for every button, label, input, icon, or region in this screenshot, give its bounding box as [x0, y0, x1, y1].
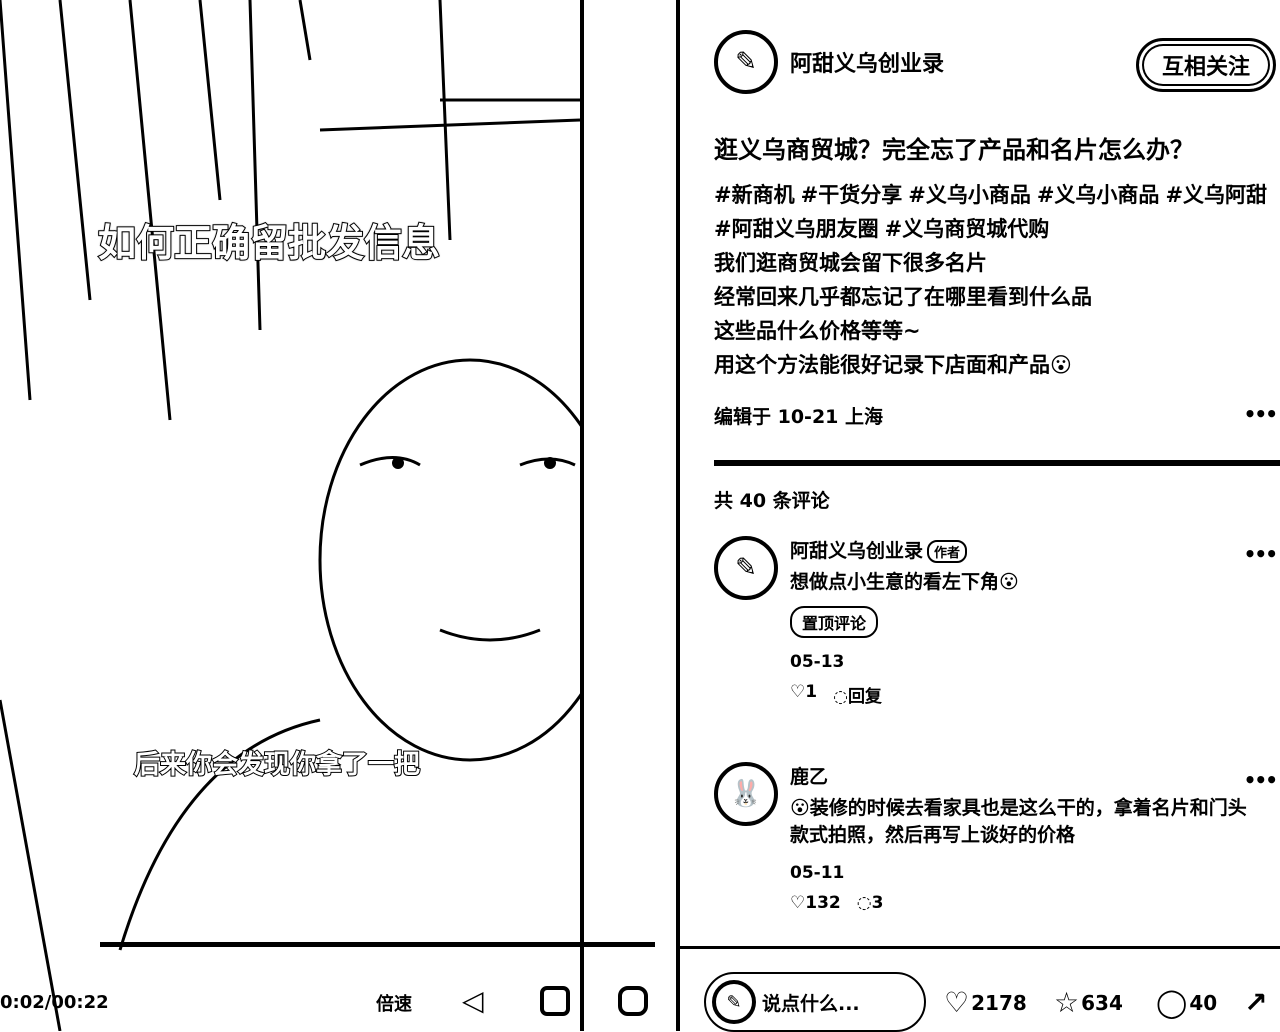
- video-player[interactable]: 如何正确留批发信息 后来你会发现你拿了一把: [0, 0, 582, 1031]
- chat-bubble-icon: ◯: [1156, 986, 1188, 1019]
- divider: [714, 460, 1280, 466]
- hashtag-link[interactable]: #干货分享: [801, 183, 903, 207]
- chat-bubble-icon: ◌: [856, 893, 872, 913]
- comment-text: 😮装修的时候去看家具也是这么干的，拿着名片和门头款式拍照，然后再写上谈好的价格: [790, 797, 1247, 846]
- video-caption: 后来你会发现你拿了一把: [133, 749, 421, 781]
- author-badge: 作者: [927, 540, 968, 563]
- more-icon[interactable]: •••: [1244, 542, 1278, 566]
- more-icon[interactable]: •••: [1244, 768, 1278, 792]
- divider: [580, 0, 584, 1031]
- comment-date: 05-11: [790, 863, 845, 883]
- commenter-name[interactable]: 阿甜义乌创业录: [790, 540, 923, 562]
- collect-button[interactable]: ☆ 634: [1054, 986, 1123, 1019]
- share-button[interactable]: ↗: [1244, 986, 1267, 1019]
- comment-button[interactable]: ◯ 40: [1156, 986, 1217, 1019]
- note-description: #新商机 #干货分享 #义乌小商品 #义乌小商品 #义乌阿甜#阿甜义乌朋友圈 #义乌商贸城…: [714, 178, 1274, 382]
- comment-reply-button[interactable]: ◌回复: [833, 682, 882, 707]
- author-name[interactable]: 阿甜义乌创业录: [790, 46, 944, 78]
- hashtag-link[interactable]: #义乌阿甜: [1165, 183, 1267, 207]
- author-info[interactable]: ✎ 阿甜义乌创业录: [714, 30, 944, 94]
- video-caption-title: 如何正确留批发信息: [97, 220, 441, 266]
- description-line: 用这个方法能很好记录下店面和产品😮: [714, 353, 1072, 377]
- like-button[interactable]: ♡ 2178: [944, 986, 1027, 1019]
- comment-input[interactable]: ✎ 说点什么...: [704, 972, 926, 1032]
- heart-icon: ♡: [790, 893, 806, 913]
- comment-like-button[interactable]: ♡1: [790, 682, 817, 707]
- hashtag-link[interactable]: #义乌小商品: [1037, 183, 1160, 207]
- commenter-name[interactable]: 鹿乙: [790, 762, 1250, 789]
- edit-info: 编辑于 10-21 上海: [714, 406, 883, 428]
- fullscreen-icon[interactable]: [618, 986, 648, 1016]
- video-time: 0:02/00:22: [0, 992, 109, 1013]
- commenter-avatar[interactable]: ✎: [714, 536, 778, 600]
- author-avatar[interactable]: ✎: [714, 30, 778, 94]
- video-progress-bar[interactable]: [100, 942, 655, 947]
- picture-in-picture-icon[interactable]: [540, 986, 570, 1016]
- follow-button[interactable]: 互相关注: [1136, 38, 1276, 92]
- comment-count: 共 40 条评论: [714, 490, 830, 512]
- description-line: 我们逛商贸城会留下很多名片: [714, 251, 987, 275]
- hashtag-link[interactable]: #义乌小商品: [908, 183, 1031, 207]
- heart-icon: ♡: [790, 682, 806, 702]
- hashtag-link[interactable]: #义乌商贸城代购: [885, 217, 1050, 241]
- note-title: 逛义乌商贸城？完全忘了产品和名片怎么办？: [714, 136, 1194, 164]
- speed-button[interactable]: 倍速: [376, 990, 412, 1016]
- share-icon: ↗: [1244, 986, 1268, 1019]
- volume-icon[interactable]: ◁: [462, 984, 484, 1017]
- description-line: 经常回来几乎都忘记了在哪里看到什么品: [714, 285, 1092, 309]
- description-line: 这些品什么价格等等~: [714, 319, 921, 343]
- chat-bubble-icon: ◌: [833, 687, 848, 707]
- heart-icon: ♡: [944, 986, 970, 1019]
- star-icon: ☆: [1054, 986, 1080, 1019]
- comment-text: 想做点小生意的看左下角😮: [790, 571, 1019, 593]
- note-panel: ✎ 阿甜义乌创业录 互相关注 逛义乌商贸城？完全忘了产品和名片怎么办？ #新商机…: [680, 0, 1280, 1031]
- user-avatar: ✎: [712, 980, 756, 1024]
- comment-input-placeholder: 说点什么...: [762, 992, 860, 1015]
- comment-like-button[interactable]: ♡132: [790, 893, 841, 913]
- divider: [680, 946, 1280, 949]
- pinned-badge: 置顶评论: [790, 606, 879, 638]
- hashtag-link[interactable]: #阿甜义乌朋友圈: [714, 217, 879, 241]
- more-icon[interactable]: •••: [1244, 402, 1278, 426]
- commenter-avatar[interactable]: 🐰: [714, 762, 778, 826]
- hashtag-link[interactable]: #新商机: [714, 183, 795, 207]
- comment-date: 05-13: [790, 652, 845, 672]
- video-frame: [0, 0, 582, 1031]
- comment-reply-button[interactable]: ◌3: [857, 893, 884, 913]
